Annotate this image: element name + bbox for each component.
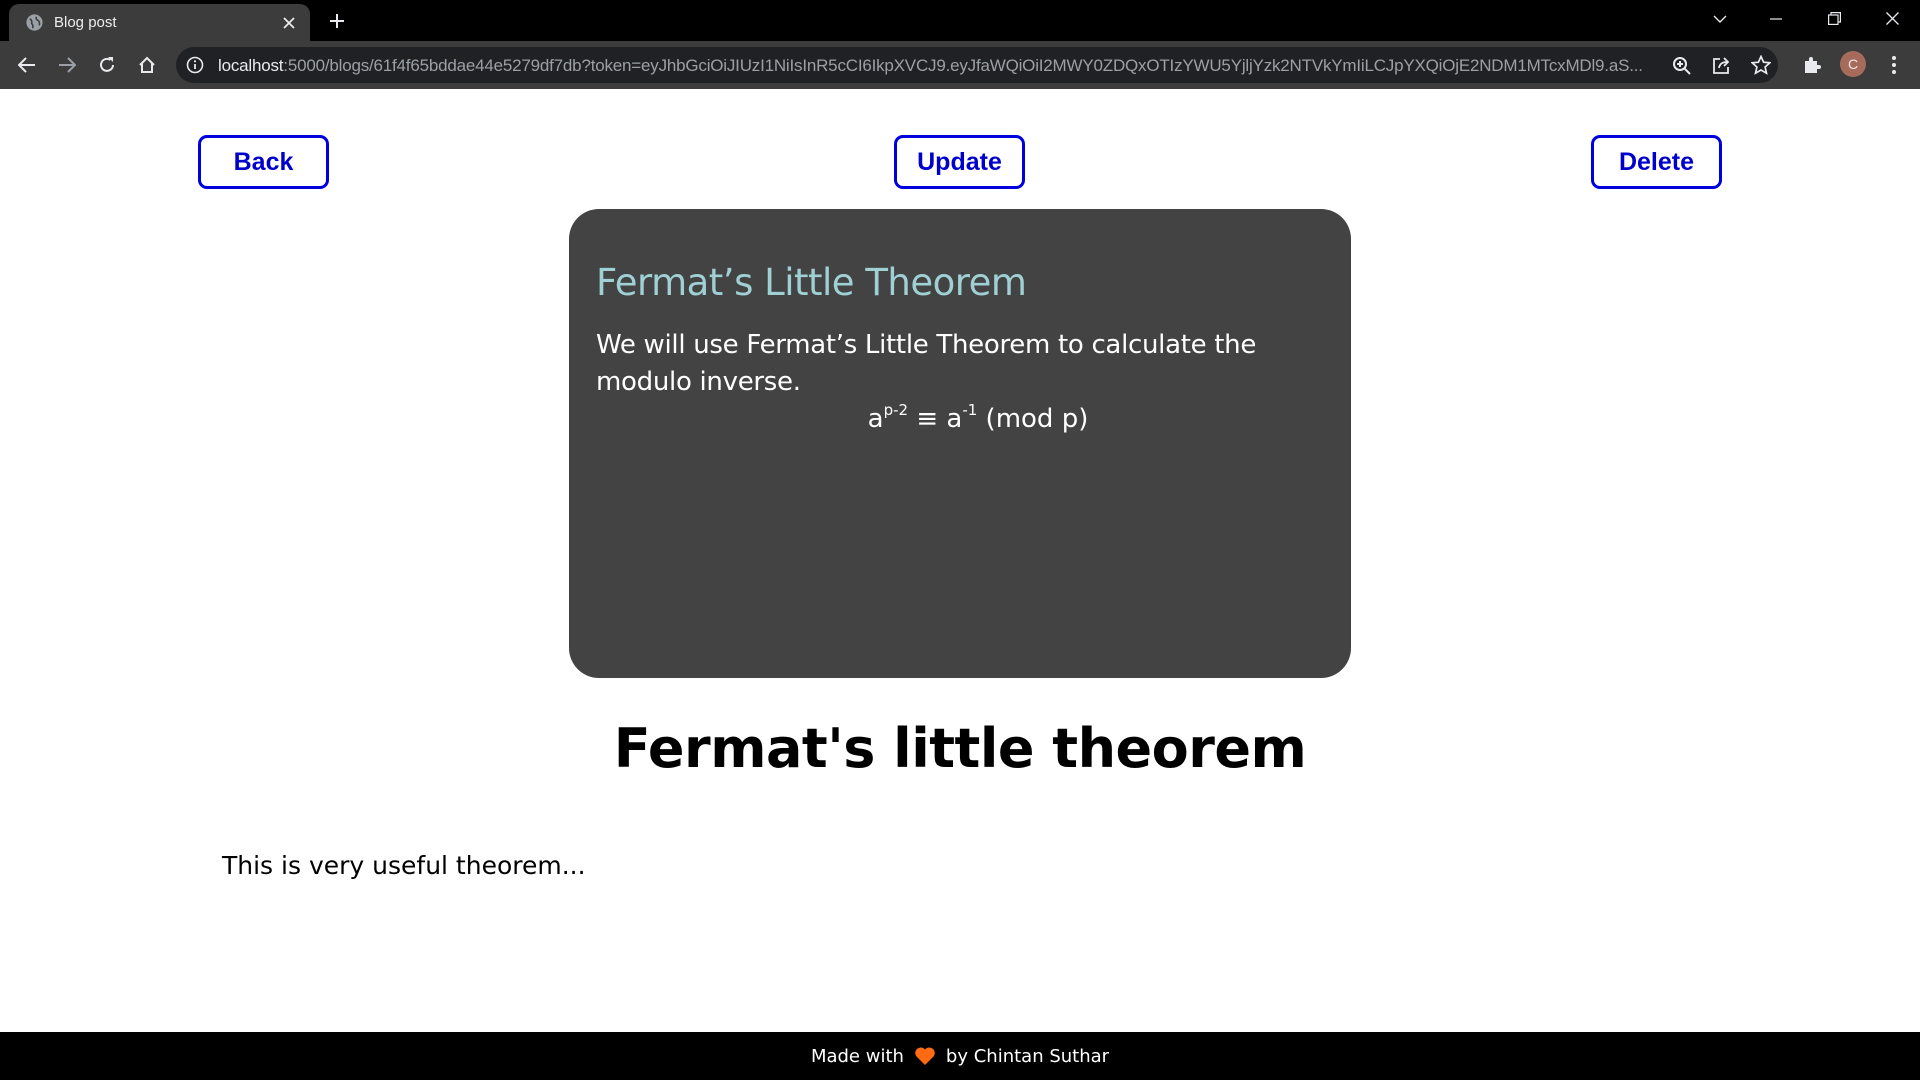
plus-icon[interactable] [322,8,352,34]
delete-button[interactable]: Delete [1591,135,1722,189]
update-button[interactable]: Update [894,135,1025,189]
footer-prefix: Made with [810,1045,904,1067]
share-icon[interactable] [1710,54,1732,76]
page-content: Back Update Delete Fermat’s Little Theor… [0,89,1920,1032]
browser-toolbar: localhost:5000/blogs/61f4f65bddae44e5279… [0,41,1920,89]
profile-avatar[interactable]: C [1840,51,1866,77]
back-button[interactable]: Back [198,135,329,189]
formula-exp1: p-2 [883,401,909,419]
info-icon[interactable] [186,56,204,74]
url-text[interactable]: localhost:5000/blogs/61f4f65bddae44e5279… [218,56,1658,76]
close-window-icon[interactable] [1864,0,1920,37]
tab-title: Blog post [54,14,117,31]
minimize-icon[interactable] [1748,0,1804,37]
image-body-text: We will use Fermat’s Little Theorem to c… [596,330,1257,397]
formula-base: a [867,404,884,434]
post-body: This is very useful theorem... [222,851,586,880]
browser-tab[interactable]: Blog post [9,4,310,41]
arrow-right-icon[interactable] [53,51,81,79]
heart-icon [915,1047,935,1065]
post-title: Fermat's little theorem [613,717,1307,780]
formula-tail: (mod p) [977,404,1089,434]
home-icon[interactable] [133,51,161,79]
restore-icon[interactable] [1806,0,1862,37]
footer: Made with by Chintan Suthar [0,1032,1920,1080]
image-heading: Fermat’s Little Theorem [596,261,1027,304]
kebab-menu-icon[interactable] [1880,51,1908,79]
image-formula: ap-2 ≡ a-1 (mod p) [569,401,1351,434]
url-host: localhost [218,56,284,75]
arrow-left-icon[interactable] [13,51,41,79]
formula-exp2: -1 [962,401,978,419]
globe-icon [26,14,43,31]
tab-search-chevron-icon[interactable] [1692,0,1748,37]
reload-icon[interactable] [93,51,121,79]
url-path: :5000/blogs/61f4f65bddae44e5279df7db?tok… [283,56,1643,75]
address-bar[interactable]: localhost:5000/blogs/61f4f65bddae44e5279… [176,47,1778,83]
footer-suffix: by Chintan Suthar [945,1045,1110,1067]
post-image: Fermat’s Little Theorem We will use Ferm… [569,209,1351,678]
formula-middle: ≡ a [908,404,963,434]
star-icon[interactable] [1750,54,1772,76]
close-icon[interactable] [278,12,300,34]
browser-tab-bar: Blog post [0,0,1920,41]
puzzle-icon[interactable] [1798,51,1826,79]
zoom-icon[interactable] [1670,54,1692,76]
